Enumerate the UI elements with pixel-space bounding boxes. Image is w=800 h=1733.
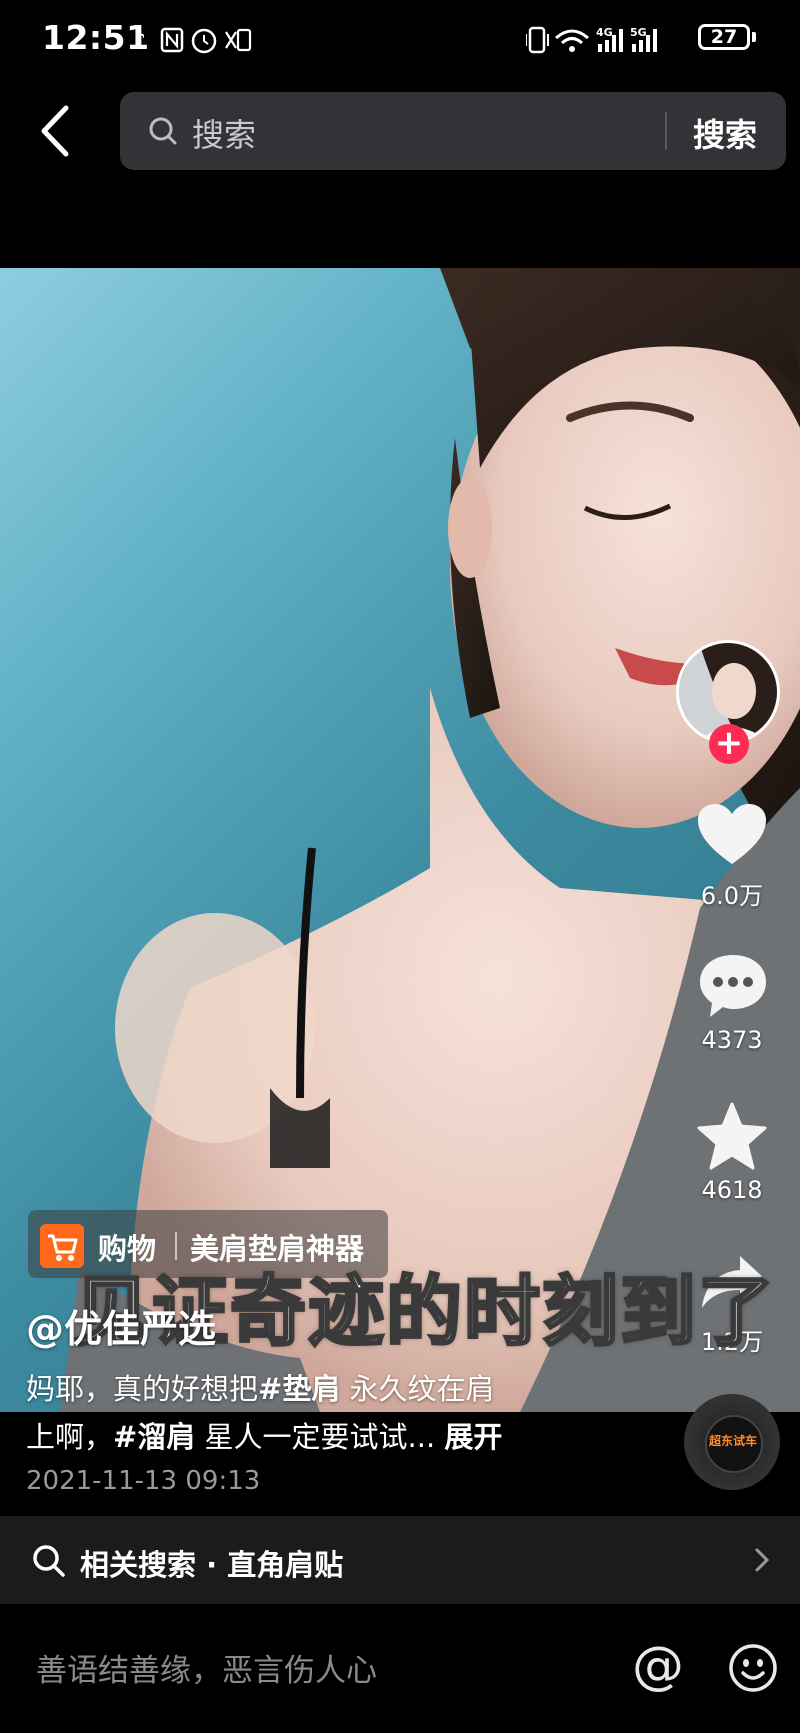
description-line-2: 上啊，#溜肩 星人一定要试试... 展开 <box>26 1414 502 1456</box>
tiktok-icon: ♪ <box>132 29 146 54</box>
svg-text:5G: 5G <box>630 26 647 39</box>
description-text: 星人一定要试试... <box>195 1420 445 1454</box>
search-placeholder[interactable]: 搜索 <box>192 110 256 156</box>
hashtag-link[interactable]: #溜肩 <box>113 1420 195 1454</box>
chevron-right-icon[interactable] <box>752 1546 772 1574</box>
description-text: 妈耶，真的好想把 <box>26 1372 259 1406</box>
heart-icon[interactable] <box>696 802 768 868</box>
comment-count: 4373 <box>701 1026 763 1054</box>
emoji-icon[interactable] <box>728 1643 778 1693</box>
star-icon[interactable] <box>696 1102 768 1172</box>
status-right-icons: 4G 5G <box>526 26 657 54</box>
music-label: 超东试车 <box>708 1434 757 1448</box>
description-text: 上啊， <box>26 1420 114 1454</box>
favorite-count: 4618 <box>701 1176 763 1204</box>
follow-button[interactable]: + <box>709 724 749 764</box>
description-text: 永久纹在肩 <box>340 1372 495 1406</box>
search-button[interactable]: 搜索 <box>693 110 757 156</box>
like-count: 6.0万 <box>700 882 764 910</box>
vibrate-icon <box>528 26 546 54</box>
expand-link[interactable]: 展开 <box>444 1420 502 1454</box>
svg-text:4G: 4G <box>596 26 613 39</box>
description-line-1: 妈耶，真的好想把#垫肩 永久纹在肩 <box>26 1366 495 1408</box>
bluetooth-icon <box>225 31 237 49</box>
battery-tip <box>752 32 756 42</box>
search-icon <box>33 1545 65 1577</box>
search-icon <box>149 117 177 145</box>
search-divider <box>665 112 667 150</box>
author-name[interactable]: @优佳严选 <box>26 1298 216 1353</box>
back-icon[interactable] <box>30 100 82 162</box>
comment-icon[interactable] <box>698 952 768 1020</box>
status-left-icons: ♪ <box>132 27 252 54</box>
at-icon[interactable]: @ <box>632 1640 684 1692</box>
battery-indicator: 27 <box>698 24 750 50</box>
post-timestamp: 2021-11-13 09:13 <box>26 1466 261 1496</box>
hashtag-link[interactable]: #垫肩 <box>258 1372 340 1406</box>
related-search-text[interactable]: 相关搜索 · 直角肩贴 <box>80 1542 343 1584</box>
comment-input[interactable]: 善语结善缘，恶言伤人心 <box>36 1645 377 1690</box>
